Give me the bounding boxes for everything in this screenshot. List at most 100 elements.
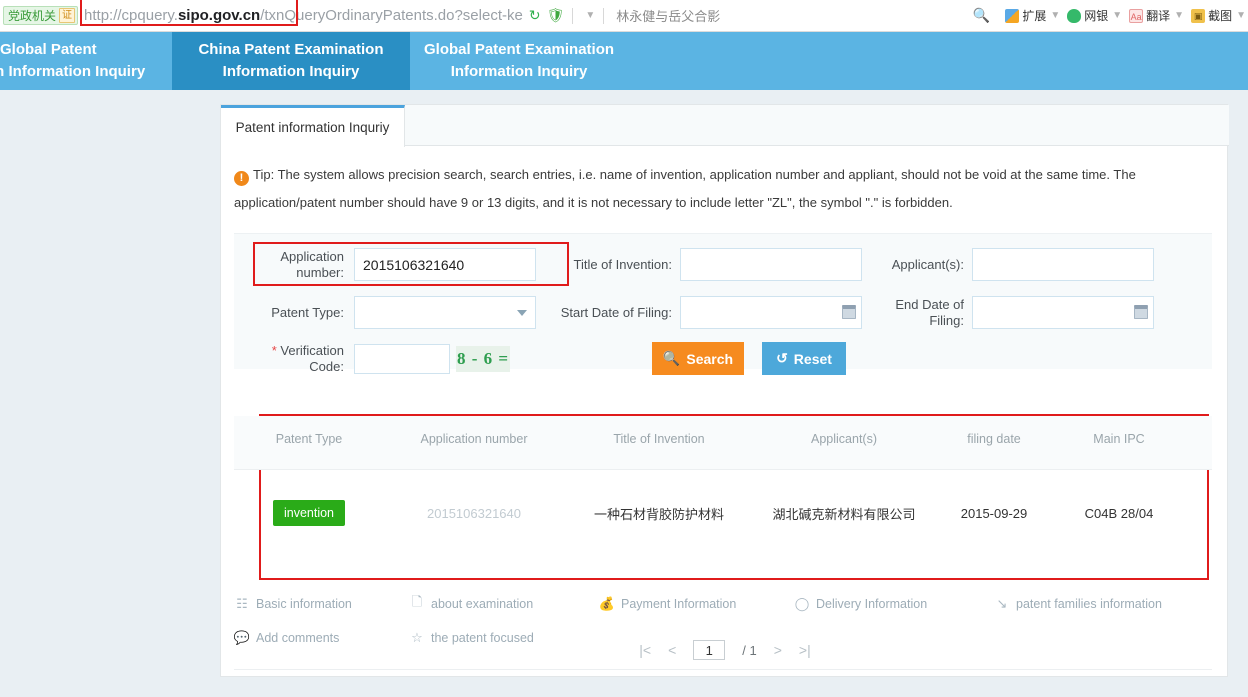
- pagination: |< < / 1 > >|: [221, 640, 1229, 660]
- action-payment-information-label: Payment Information: [621, 597, 737, 611]
- chevron-down-icon-banking[interactable]: ▼: [1112, 10, 1122, 21]
- toolbar-screenshot-label: 截图: [1208, 9, 1233, 23]
- chevron-down-icon-extensions[interactable]: ▼: [1050, 10, 1060, 21]
- toolbar-translate-label: 翻译: [1146, 9, 1171, 23]
- results-header-row: Patent Type Application number Title of …: [234, 432, 1212, 446]
- calendar-icon-end[interactable]: [1134, 305, 1148, 319]
- screenshot-icon: ▣: [1191, 8, 1206, 23]
- toolbar-item-screenshot[interactable]: ▣ 截图 ▼: [1191, 7, 1246, 24]
- column-header-title-of-invention: Title of Invention: [613, 432, 705, 446]
- tab-patent-information-inquiry[interactable]: Patent information Inquriy: [221, 105, 405, 147]
- nav-tab-china-line2: Information Inquiry: [222, 63, 360, 80]
- search-button[interactable]: 🔍 Search: [652, 342, 744, 375]
- warning-icon: !: [234, 171, 249, 186]
- cell-title-of-invention: 一种石材背胶防护材料: [593, 506, 724, 522]
- pagination-page-input[interactable]: [693, 640, 726, 660]
- title-of-invention-input[interactable]: [680, 248, 862, 281]
- pagination-prev[interactable]: <: [668, 642, 676, 658]
- start-date-label: Start Date of Filing:: [560, 304, 672, 320]
- search-keyword-text[interactable]: 林永健与岳父合影: [616, 6, 720, 25]
- cell-patent-type: invention: [234, 500, 384, 526]
- toolbar-item-extensions[interactable]: 扩展 ▼: [1005, 7, 1060, 24]
- toolbar-item-online-banking[interactable]: 网银 ▼: [1067, 7, 1122, 24]
- toolbar-banking-label: 网银: [1084, 9, 1109, 23]
- action-basic-information-label: Basic information: [256, 597, 352, 611]
- patent-type-select[interactable]: [354, 296, 536, 329]
- nav-tab-global-exam-line2: Information Inquiry: [450, 63, 588, 80]
- gov-site-badge: 党政机关 证: [3, 6, 79, 25]
- url-path: /txnQueryOrdinaryPatents.do?select-ke: [260, 7, 523, 24]
- cell-applicants: 湖北碱克新材料有限公司: [772, 506, 916, 522]
- pagination-first[interactable]: |<: [639, 642, 651, 658]
- main-panel: Patent information Inquriy ! Tip: The sys…: [220, 104, 1229, 677]
- action-delivery-information[interactable]: ◯ Delivery Information: [794, 596, 994, 612]
- nav-tab-global-exam-line1: Global Patent Examination: [424, 41, 615, 58]
- status-badge-patent-type: invention: [272, 500, 346, 526]
- panel-tab-label: Patent information Inquriy: [235, 120, 390, 135]
- calendar-icon-start[interactable]: [842, 305, 856, 319]
- action-about-examination[interactable]: 🗋 about examination: [409, 594, 599, 612]
- url-protocol: http://cpquery.: [84, 7, 178, 24]
- chevron-down-icon-patent-type: [517, 310, 527, 316]
- patent-type-label: Patent Type:: [271, 304, 344, 320]
- action-about-examination-label: about examination: [431, 597, 534, 611]
- column-header-filing-date: filing date: [967, 432, 1021, 446]
- nav-tab-global-patent-examination[interactable]: Global Patent Examination Information In…: [410, 32, 628, 90]
- payment-icon: 💰: [598, 596, 616, 611]
- applicants-input[interactable]: [972, 248, 1154, 281]
- captcha-image[interactable]: 8 - 6 =: [456, 345, 510, 372]
- cell-main-ipc: C04B 28/04: [1084, 505, 1154, 521]
- action-basic-information[interactable]: ☷ Basic information: [234, 596, 409, 612]
- search-form: Application number: Title of Invention: …: [234, 233, 1212, 375]
- refresh-icon[interactable]: ↻: [529, 7, 541, 24]
- examination-icon: 🗋: [411, 594, 423, 609]
- start-date-input[interactable]: [680, 296, 862, 329]
- toolbar-divider: [572, 7, 574, 24]
- toolbar-item-translate[interactable]: Aa 翻译 ▼: [1129, 7, 1184, 24]
- end-date-input[interactable]: [972, 296, 1154, 329]
- shield-icon[interactable]: 🛡: [547, 7, 565, 24]
- tip-text: Tip: The system allows precision search,…: [234, 167, 1136, 210]
- form-row-2: Patent Type: Start Date of Filing: End D…: [234, 296, 1154, 329]
- address-bar[interactable]: http://cpquery. sipo.gov.cn/txnQueryOrdin…: [80, 0, 523, 26]
- cell-filing-date: 2015-09-29: [960, 505, 1028, 521]
- nav-tab-china-patent-examination[interactable]: China Patent Examination Information Inq…: [172, 32, 410, 90]
- application-number-label: Application number:: [280, 248, 344, 280]
- column-header-application-number: Application number: [420, 432, 528, 446]
- reset-button[interactable]: ↺ Reset: [762, 342, 846, 375]
- action-patent-families-information[interactable]: ↘ patent families information: [994, 596, 1162, 612]
- action-payment-information[interactable]: 💰 Payment Information: [599, 596, 794, 612]
- nav-tab-global-patent-line2: on Information Inquiry: [0, 63, 146, 80]
- nav-tab-global-patent[interactable]: Global Patent on Information Inquiry: [0, 32, 172, 90]
- end-date-wrapper: [972, 296, 1154, 329]
- translate-icon: Aa: [1129, 8, 1144, 23]
- nav-tab-global-patent-line1: Global Patent: [0, 41, 97, 58]
- chevron-down-icon-screenshot[interactable]: ▼: [1236, 10, 1246, 21]
- chevron-down-icon-translate[interactable]: ▼: [1174, 10, 1184, 21]
- online-banking-icon: [1067, 8, 1082, 23]
- toolbar-extensions-label: 扩展: [1022, 9, 1047, 23]
- form-row-1: Application number: Title of Invention: …: [234, 248, 1154, 281]
- cell-application-number: 2015106321640: [427, 505, 521, 521]
- form-row-3: * Verification Code: 8 - 6 = 🔍 Search ↺ …: [234, 342, 846, 375]
- search-icon-button: 🔍: [662, 350, 681, 366]
- pagination-last[interactable]: >|: [799, 642, 811, 658]
- toolbar-divider-2: [603, 7, 605, 24]
- end-date-label: End Date of Filing:: [895, 296, 964, 328]
- delivery-icon: ◯: [794, 596, 810, 611]
- basic-info-icon: ☷: [236, 596, 248, 611]
- verification-code-label: * Verification Code:: [260, 343, 344, 375]
- browser-toolbar: 党政机关 证 http://cpquery. sipo.gov.cn/txnQue…: [0, 0, 1248, 32]
- tip-message: ! Tip: The system allows precision search…: [234, 161, 1212, 217]
- table-row[interactable]: invention 2015106321640 一种石材背胶防护材料 湖北碱克新…: [234, 500, 1212, 526]
- toolbar-right-group: 🔍 扩展 ▼ 网银 ▼ Aa 翻译 ▼ ▣ 截图 ▼: [973, 7, 1248, 24]
- action-links-row-1: ☷ Basic information 🗋 about examination …: [234, 587, 1212, 621]
- pagination-next[interactable]: >: [774, 642, 782, 658]
- search-icon[interactable]: 🔍: [973, 7, 990, 24]
- action-delivery-information-label: Delivery Information: [816, 597, 928, 611]
- verification-code-input[interactable]: [354, 343, 450, 374]
- title-of-invention-label: Title of Invention:: [573, 256, 672, 272]
- share-icon: ↘: [996, 596, 1008, 611]
- chevron-down-icon[interactable]: ▼: [585, 10, 595, 21]
- application-number-input[interactable]: [354, 248, 536, 281]
